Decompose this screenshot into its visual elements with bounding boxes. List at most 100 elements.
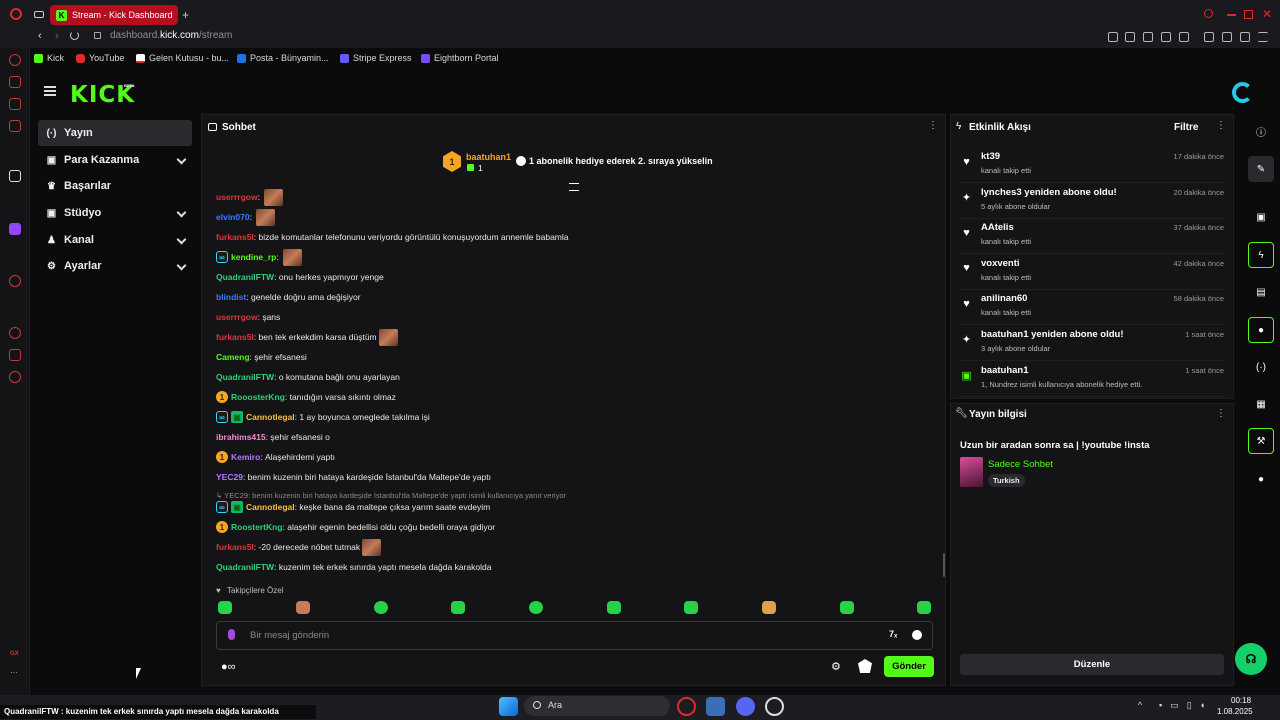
scroll-to-bottom-icon[interactable] — [569, 183, 579, 191]
toolbar-icon-2[interactable] — [1125, 32, 1135, 42]
sidebar-icon-2[interactable] — [9, 76, 21, 88]
activity-name[interactable]: anilinan60 — [981, 293, 1027, 304]
download-icon[interactable] — [1240, 32, 1250, 42]
chat-username[interactable]: QuadranilFTW — [216, 372, 274, 382]
activity-item[interactable]: ✦ baatuhan1 yeniden abone oldu! 3 aylık … — [959, 326, 1225, 361]
category-name[interactable]: Sadece Sohbet — [988, 459, 1053, 470]
activity-item[interactable]: ♥ AAtelis kanalı takip etti 37 dakika ön… — [959, 219, 1225, 255]
activity-name[interactable]: kt39 — [981, 151, 1000, 162]
chat-username[interactable]: Cannotlegal — [246, 502, 295, 512]
emote-picker-6[interactable] — [607, 601, 621, 614]
sidebar-icon-8[interactable] — [9, 327, 21, 339]
toolbar-icon-3[interactable] — [1143, 32, 1153, 42]
clock-time[interactable]: 00:18 — [1231, 696, 1251, 705]
nav-item-yayin[interactable]: (·) Yayın — [38, 120, 192, 146]
browser-tab-kick[interactable]: K Stream - Kick Dashboard — [50, 5, 178, 25]
pinned-user[interactable]: baatuhan1 — [466, 152, 511, 162]
category-thumbnail[interactable] — [960, 457, 983, 487]
emoji-icon[interactable] — [912, 630, 922, 640]
activity-menu-icon[interactable]: ⋮ — [1216, 120, 1226, 131]
nav-item-kanal[interactable]: ♟ Kanal — [38, 227, 192, 253]
chat-username[interactable]: Kemiro — [231, 452, 260, 462]
emote-picker-7[interactable] — [684, 601, 698, 614]
nav-item-studyo[interactable]: ▣ Stüdyo — [38, 200, 192, 226]
windows-start-icon[interactable] — [499, 697, 518, 716]
chat-username[interactable]: YEC29 — [216, 472, 243, 482]
chat-panel-icon[interactable]: ● — [1248, 317, 1274, 343]
nav-item-basarilar[interactable]: ♛ Başarılar — [38, 173, 192, 199]
hamburger-menu-icon[interactable] — [44, 86, 56, 96]
emote-picker-8[interactable] — [762, 601, 776, 614]
emote-picker-10[interactable] — [917, 601, 931, 614]
menu-icon[interactable] — [1258, 32, 1268, 42]
tray-icons[interactable]: ▪▭▯◖ — [1159, 700, 1213, 711]
search-icon[interactable] — [1204, 9, 1213, 18]
translate-icon[interactable]: 7ₓ — [889, 629, 897, 639]
emote-picker-1[interactable] — [218, 601, 232, 614]
activity-item[interactable]: ♥ anilinan60 kanalı takip etti 58 dakika… — [959, 290, 1225, 326]
chat-username[interactable]: RooosterKng — [231, 392, 285, 402]
opera-logo-icon[interactable] — [10, 8, 22, 20]
chat-username[interactable]: blindist — [216, 292, 246, 302]
taskbar-search[interactable] — [524, 696, 670, 716]
app-taskbar-icon-4[interactable] — [765, 697, 784, 716]
send-button[interactable]: Gönder — [884, 656, 934, 677]
edit-button[interactable]: Düzenle — [960, 654, 1224, 675]
chat-username[interactable]: Cannotlegal — [246, 412, 295, 422]
chat-username[interactable]: elvin070 — [216, 212, 250, 222]
activity-item[interactable]: ♥ kt39 kanalı takip etti 17 dakika önce — [959, 148, 1225, 183]
toolbar-icon-7[interactable] — [1222, 32, 1232, 42]
mic-icon[interactable] — [228, 629, 235, 640]
chat-username[interactable]: QuadranilFTW — [216, 562, 274, 572]
scan-icon[interactable]: ▣ — [1248, 204, 1274, 230]
chat-username[interactable]: kendine_rp — [231, 252, 276, 262]
sidebar-icon-twitch[interactable] — [9, 223, 21, 235]
filter-button[interactable]: Filtre — [1174, 122, 1198, 133]
sidebar-icon-1[interactable] — [9, 54, 21, 66]
emote-picker-2[interactable] — [296, 601, 310, 614]
chat-username[interactable]: userrrgow — [216, 192, 258, 202]
clock-date[interactable]: 1.08.2025 — [1217, 707, 1253, 716]
chat-username[interactable]: furkans5l — [216, 542, 254, 552]
chat-username[interactable]: RoostertKng — [231, 522, 282, 532]
info-icon[interactable]: ⓘ — [1248, 118, 1274, 144]
address-bar[interactable]: dashboard.kick.com/stream — [110, 30, 232, 41]
tray-chevron-icon[interactable]: ^ — [1138, 700, 1142, 710]
document-icon[interactable]: ▤ — [1248, 279, 1274, 305]
nav-item-ayarlar[interactable]: ⚙ Ayarlar — [38, 253, 192, 279]
reload-icon[interactable] — [70, 31, 79, 40]
chat-username[interactable]: Cameng — [216, 352, 250, 362]
chat-username[interactable]: ibrahims415 — [216, 432, 266, 442]
sidebar-icon-4[interactable] — [9, 120, 21, 132]
nav-item-para-kazanma[interactable]: ▣ Para Kazanma — [38, 147, 192, 173]
app-taskbar-icon-2[interactable] — [706, 697, 725, 716]
emote-picker-9[interactable] — [840, 601, 854, 614]
wrench-panel-icon[interactable]: ⚒ — [1248, 428, 1274, 454]
bookmark-gmail[interactable]: Gelen Kutusu - bu... — [136, 53, 229, 63]
bookmark-eightborn[interactable]: Eightborn Portal — [421, 53, 499, 63]
sidebar-icon-7[interactable] — [9, 275, 21, 287]
chat-username[interactable]: QuadranilFTW — [216, 272, 274, 282]
more-icon[interactable]: ··· — [10, 668, 18, 677]
support-button[interactable]: ☊ — [1235, 643, 1267, 675]
sidebar-icon-5[interactable] — [9, 170, 21, 182]
activity-name[interactable]: baatuhan1 — [981, 365, 1029, 376]
activity-item[interactable]: ✦ lynches3 yeniden abone oldu! 5 aylık a… — [959, 184, 1225, 219]
layout-icon[interactable]: ▦ — [1248, 391, 1274, 417]
discord-taskbar-icon[interactable] — [736, 697, 755, 716]
chat-scrollbar[interactable] — [943, 553, 945, 577]
minimize-icon[interactable] — [1227, 14, 1236, 16]
bolt-panel-icon[interactable]: ϟ — [1248, 242, 1274, 268]
toolbar-icon-5[interactable] — [1179, 32, 1189, 42]
pencil-icon[interactable]: ✎ — [1248, 156, 1274, 182]
bookmark-kick[interactable]: Kick — [34, 53, 64, 63]
bookmark-youtube[interactable]: YouTube — [76, 53, 124, 63]
activity-name[interactable]: lynches3 yeniden abone oldu! — [981, 187, 1117, 198]
bookmark-outlook[interactable]: Posta - Bünyamin... — [237, 53, 329, 63]
activity-name[interactable]: AAtelis — [981, 222, 1014, 233]
cluster-icon[interactable]: ● — [1248, 466, 1274, 492]
tab-overview-icon[interactable] — [34, 11, 44, 18]
emote-picker-5[interactable] — [529, 601, 543, 614]
toolbar-icon-4[interactable] — [1161, 32, 1171, 42]
sidebar-icon-3[interactable] — [9, 98, 21, 110]
